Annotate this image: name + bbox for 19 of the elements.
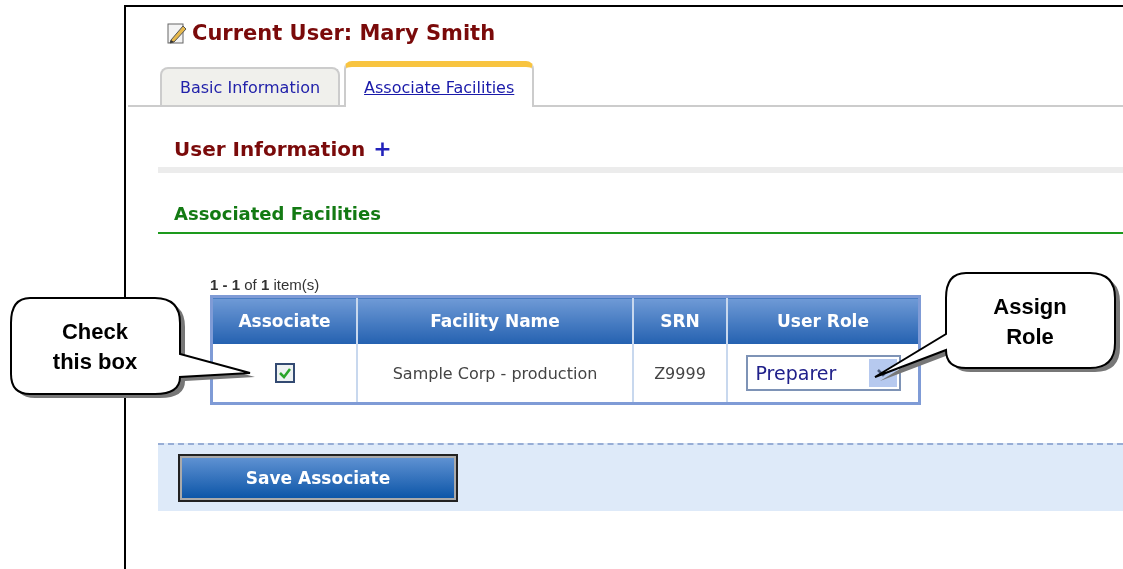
column-header: User Role [727, 296, 920, 344]
callout-text: Assign Role [992, 293, 1068, 351]
checkbox[interactable] [274, 363, 295, 384]
tab[interactable]: Associate Facilities [344, 61, 535, 107]
callout-text: Check this box [51, 318, 139, 376]
column-header: SRN [633, 296, 727, 344]
tab[interactable]: Basic Information [160, 67, 341, 105]
table-cell: Sample Corp - production [357, 344, 633, 404]
section-heading: User Information [174, 137, 366, 161]
check-icon [277, 367, 292, 380]
page-title: Current User: Mary Smith [192, 21, 496, 45]
section-heading: Associated Facilities [174, 203, 381, 224]
table-cell: Z9999 [633, 344, 727, 404]
edit-icon [166, 21, 188, 45]
column-header: Facility Name [357, 296, 633, 344]
pager-text: 1 - 1 of 1 item(s) [210, 276, 320, 293]
expand-toggle[interactable]: + [373, 138, 392, 160]
column-header: Associate [211, 296, 357, 344]
save-button[interactable]: Save Associate [180, 456, 456, 500]
